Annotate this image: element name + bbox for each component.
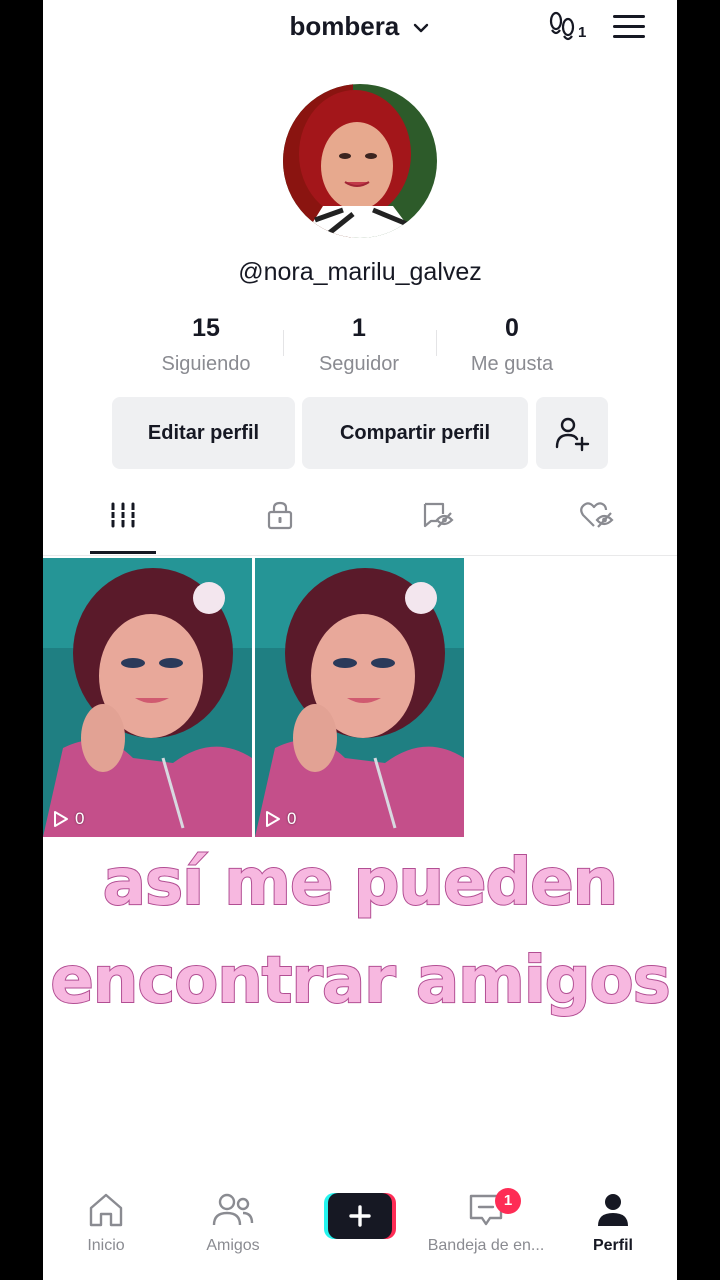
likes-count: 0 bbox=[505, 314, 519, 342]
edit-profile-label: Editar perfil bbox=[147, 421, 260, 444]
caption-line-1: así me pueden bbox=[102, 845, 619, 921]
lock-icon bbox=[267, 501, 293, 530]
tab-liked[interactable] bbox=[557, 500, 637, 548]
hidden-heart-icon bbox=[580, 502, 614, 528]
nav-home-label: Inicio bbox=[87, 1237, 125, 1254]
stat-divider bbox=[283, 330, 284, 356]
stat-likes[interactable]: 0 Me gusta bbox=[447, 314, 577, 376]
profile-views-button[interactable]: 1 bbox=[547, 10, 587, 49]
video-thumbnail-image bbox=[43, 558, 252, 837]
following-count: 15 bbox=[192, 314, 220, 342]
video-thumbnail-image bbox=[255, 558, 464, 837]
add-user-icon bbox=[555, 417, 590, 452]
video-thumbnail[interactable]: 0 bbox=[255, 558, 464, 837]
account-name: bombera bbox=[289, 11, 400, 41]
video-thumbnail[interactable]: 0 bbox=[43, 558, 252, 837]
stat-followers[interactable]: 1 Seguidor bbox=[294, 314, 424, 376]
followers-label: Seguidor bbox=[318, 353, 400, 375]
stat-following[interactable]: 15 Siguiendo bbox=[141, 314, 271, 376]
inbox-badge: 1 bbox=[495, 1188, 521, 1214]
tab-reposts[interactable] bbox=[398, 500, 478, 548]
hidden-repost-icon bbox=[423, 502, 454, 528]
caption-line-2: encontrar amigos bbox=[49, 943, 671, 1019]
likes-label: Me gusta bbox=[470, 353, 554, 375]
play-icon bbox=[54, 811, 68, 827]
tab-private[interactable] bbox=[240, 500, 320, 548]
following-label: Siguiendo bbox=[161, 353, 251, 375]
tab-videos[interactable] bbox=[83, 500, 163, 548]
play-count-value: 0 bbox=[75, 809, 85, 828]
chevron-down-icon bbox=[413, 23, 428, 33]
play-count-value: 0 bbox=[287, 809, 297, 828]
profile-icon bbox=[598, 1194, 628, 1226]
play-icon bbox=[266, 811, 280, 827]
profile-screen: bombera 1 @nora_marilu_galvez 15 Siguien… bbox=[43, 0, 677, 1280]
add-friends-button[interactable] bbox=[536, 397, 608, 469]
share-profile-button[interactable]: Compartir perfil bbox=[302, 397, 528, 469]
nav-profile-label: Perfil bbox=[592, 1237, 633, 1254]
edit-profile-button[interactable]: Editar perfil bbox=[112, 397, 295, 469]
share-profile-label: Compartir perfil bbox=[339, 421, 491, 444]
tabs-divider bbox=[43, 555, 677, 556]
nav-friends[interactable]: Amigos bbox=[170, 1192, 296, 1255]
play-count: 0 bbox=[265, 809, 296, 829]
nav-inbox[interactable]: Bandeja de en... bbox=[423, 1192, 549, 1255]
grid-icon bbox=[110, 502, 136, 528]
create-button[interactable] bbox=[324, 1193, 396, 1239]
play-count: 0 bbox=[53, 809, 84, 829]
stat-divider bbox=[436, 330, 437, 356]
nav-profile[interactable]: Perfil bbox=[550, 1192, 676, 1255]
followers-count: 1 bbox=[352, 314, 366, 342]
profile-views-badge: 1 bbox=[578, 24, 587, 41]
friends-icon bbox=[212, 1193, 254, 1226]
plus-icon bbox=[324, 1193, 396, 1239]
home-icon bbox=[89, 1193, 123, 1227]
profile-handle: @nora_marilu_galvez bbox=[238, 258, 482, 286]
avatar-image bbox=[283, 84, 437, 238]
hamburger-menu-icon bbox=[613, 15, 645, 38]
nav-inbox-label: Bandeja de en... bbox=[427, 1237, 545, 1254]
avatar[interactable] bbox=[283, 84, 437, 238]
top-bar: bombera 1 bbox=[43, 0, 677, 56]
nav-home[interactable]: Inicio bbox=[43, 1192, 169, 1255]
menu-button[interactable] bbox=[611, 12, 647, 47]
active-tab-indicator bbox=[90, 551, 156, 554]
nav-friends-label: Amigos bbox=[206, 1237, 260, 1254]
